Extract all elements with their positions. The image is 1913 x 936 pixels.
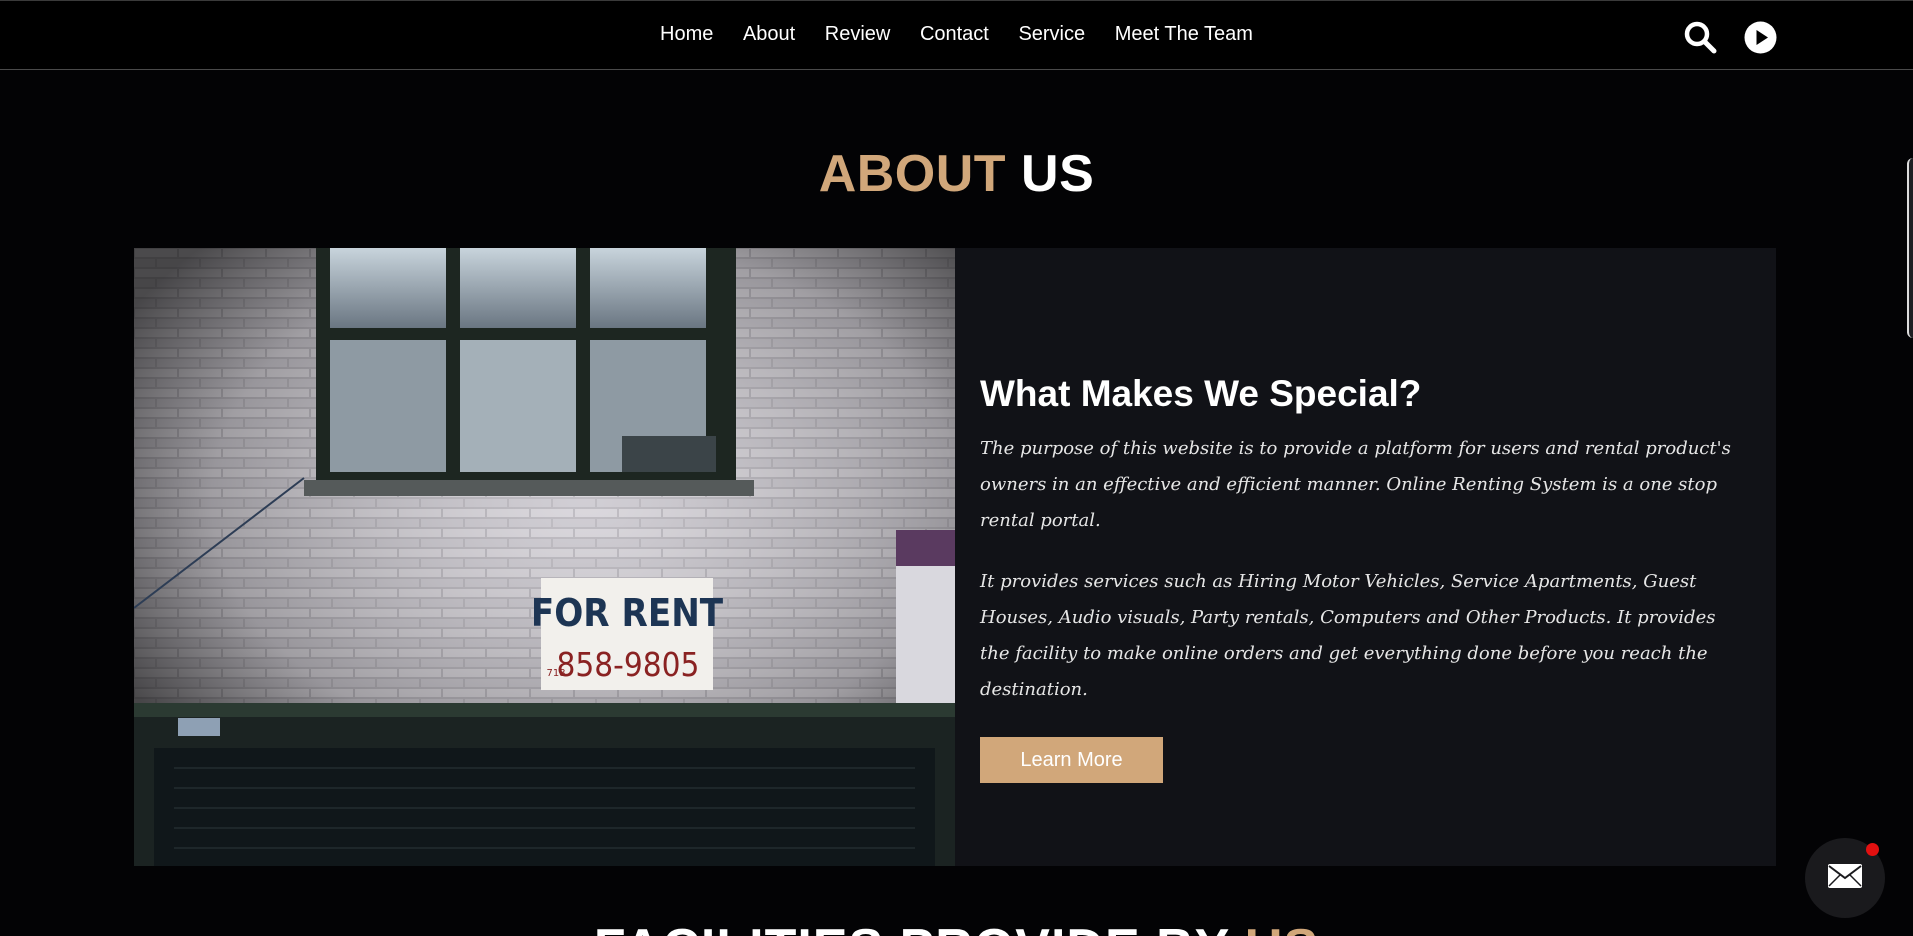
notification-dot (1866, 843, 1879, 856)
about-card: FOR RENT 718 858-9805 What Makes We Spec… (134, 248, 1776, 866)
facilities-title-accent: US (1245, 919, 1319, 936)
for-rent-photo: FOR RENT 718 858-9805 (134, 248, 955, 866)
page-title-accent: ABOUT (818, 145, 1007, 203)
mail-icon (1827, 863, 1863, 894)
mail-button[interactable] (1805, 838, 1885, 918)
sign-line1: FOR RENT (531, 591, 724, 635)
page-title-rest: US (1021, 145, 1095, 203)
facilities-title-main: FACILITIES PROVIDE BY (594, 919, 1229, 936)
about-content: What Makes We Special? The purpose of th… (980, 373, 1750, 783)
nav-link-review[interactable]: Review (825, 23, 891, 46)
play-icon[interactable] (1742, 19, 1778, 55)
nav-link-about[interactable]: About (743, 23, 795, 46)
about-paragraph-2: It provides services such as Hiring Moto… (980, 571, 1716, 700)
facilities-title: FACILITIES PROVIDE BY US (0, 918, 1913, 936)
learn-more-button[interactable]: Learn More (980, 737, 1163, 783)
side-scroll-tab[interactable] (1907, 158, 1913, 338)
page-title: ABOUT US (0, 144, 1913, 204)
about-paragraph-1: The purpose of this website is to provid… (980, 438, 1731, 531)
nav-link-contact[interactable]: Contact (920, 23, 989, 46)
nav-link-service[interactable]: Service (1018, 23, 1085, 46)
section-heading: What Makes We Special? (980, 373, 1422, 414)
top-navbar: Home About Review Contact Service Meet T… (0, 0, 1913, 70)
sign-line2: 858-9805 (557, 645, 700, 684)
nav-links: Home About Review Contact Service Meet T… (0, 23, 1913, 46)
nav-link-meet-the-team[interactable]: Meet The Team (1115, 23, 1253, 46)
search-icon[interactable] (1682, 19, 1718, 55)
nav-icons (1682, 19, 1778, 55)
nav-link-home[interactable]: Home (660, 23, 713, 46)
